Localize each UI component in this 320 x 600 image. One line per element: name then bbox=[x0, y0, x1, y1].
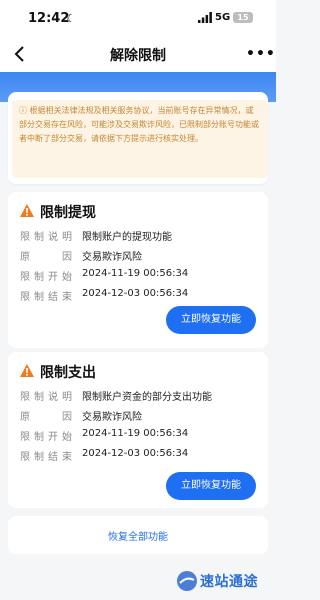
detail-row: 限制开始 2024-11-19 00:56:34 bbox=[20, 428, 260, 446]
notice-text: ⓘ 根据相关法律法规及相关服务协议，当前账号存在异常情况，或部分交易存在风险，可… bbox=[19, 106, 259, 143]
battery-indicator: 15 bbox=[233, 12, 253, 23]
row-label: 限制开始 bbox=[20, 272, 72, 283]
watermark-logo: 速站通途 bbox=[176, 568, 272, 598]
row-value: 2024-11-19 00:56:34 bbox=[82, 268, 189, 279]
row-label: 原因 bbox=[20, 412, 72, 423]
row-value: 交易欺诈风险 bbox=[82, 252, 142, 263]
restriction-card-withdrawal: 限制提现 限制说明 限制账户的提现功能 原因 交易欺诈风险 限制开始 2024-… bbox=[8, 192, 268, 348]
detail-row: 限制开始 2024-11-19 00:56:34 bbox=[20, 268, 260, 286]
signal-icon bbox=[198, 12, 212, 23]
restore-all-card: 恢复全部功能 bbox=[8, 516, 268, 554]
row-value: 2024-12-03 00:56:34 bbox=[82, 288, 189, 299]
detail-row: 原因 交易欺诈风险 bbox=[20, 248, 260, 266]
detail-row: 原因 交易欺诈风险 bbox=[20, 408, 260, 426]
restore-function-button[interactable]: 立即恢复功能 bbox=[166, 306, 256, 334]
detail-row: 限制结束 2024-12-03 00:56:34 bbox=[20, 288, 260, 306]
row-label: 原因 bbox=[20, 252, 72, 263]
row-label: 限制说明 bbox=[20, 392, 72, 403]
row-label: 限制开始 bbox=[20, 432, 72, 443]
section-title: 限制支出 bbox=[40, 365, 96, 381]
more-icon[interactable]: ••• bbox=[246, 46, 276, 62]
row-value: 交易欺诈风险 bbox=[82, 412, 142, 423]
row-label: 限制说明 bbox=[20, 232, 72, 243]
section-title: 限制提现 bbox=[40, 205, 96, 221]
moon-icon: ☾ bbox=[66, 12, 76, 25]
detail-row: 限制说明 限制账户的提现功能 bbox=[20, 228, 260, 246]
nav-bar: 解除限制 ••• bbox=[0, 36, 276, 72]
watermark-text: 速站通途 bbox=[200, 574, 258, 590]
detail-row: 限制说明 限制账户资金的部分支出功能 bbox=[20, 388, 260, 406]
page-title: 解除限制 bbox=[110, 48, 166, 64]
warning-icon bbox=[20, 364, 34, 377]
restriction-card-spending: 限制支出 限制说明 限制账户资金的部分支出功能 原因 交易欺诈风险 限制开始 2… bbox=[8, 352, 268, 508]
row-value: 限制账户的提现功能 bbox=[82, 232, 172, 243]
row-label: 限制结束 bbox=[20, 292, 72, 303]
row-value: 2024-12-03 00:56:34 bbox=[82, 448, 189, 459]
restore-all-button[interactable]: 恢复全部功能 bbox=[8, 528, 268, 543]
status-time: 12:42 bbox=[28, 11, 70, 26]
status-bar: 12:42 ☾ 5G 15 bbox=[0, 0, 276, 36]
logo-icon bbox=[177, 571, 197, 591]
network-label: 5G bbox=[215, 12, 231, 23]
row-value: 2024-11-19 00:56:34 bbox=[82, 428, 189, 439]
detail-row: 限制结束 2024-12-03 00:56:34 bbox=[20, 448, 260, 466]
row-label: 限制结束 bbox=[20, 452, 72, 463]
notice-box: ⓘ 根据相关法律法规及相关服务协议，当前账号存在异常情况，或部分交易存在风险，可… bbox=[12, 100, 268, 178]
notice-card: ⓘ 根据相关法律法规及相关服务协议，当前账号存在异常情况，或部分交易存在风险，可… bbox=[8, 92, 268, 184]
warning-icon bbox=[20, 204, 34, 217]
row-value: 限制账户资金的部分支出功能 bbox=[82, 392, 212, 403]
restore-function-button[interactable]: 立即恢复功能 bbox=[166, 472, 256, 500]
